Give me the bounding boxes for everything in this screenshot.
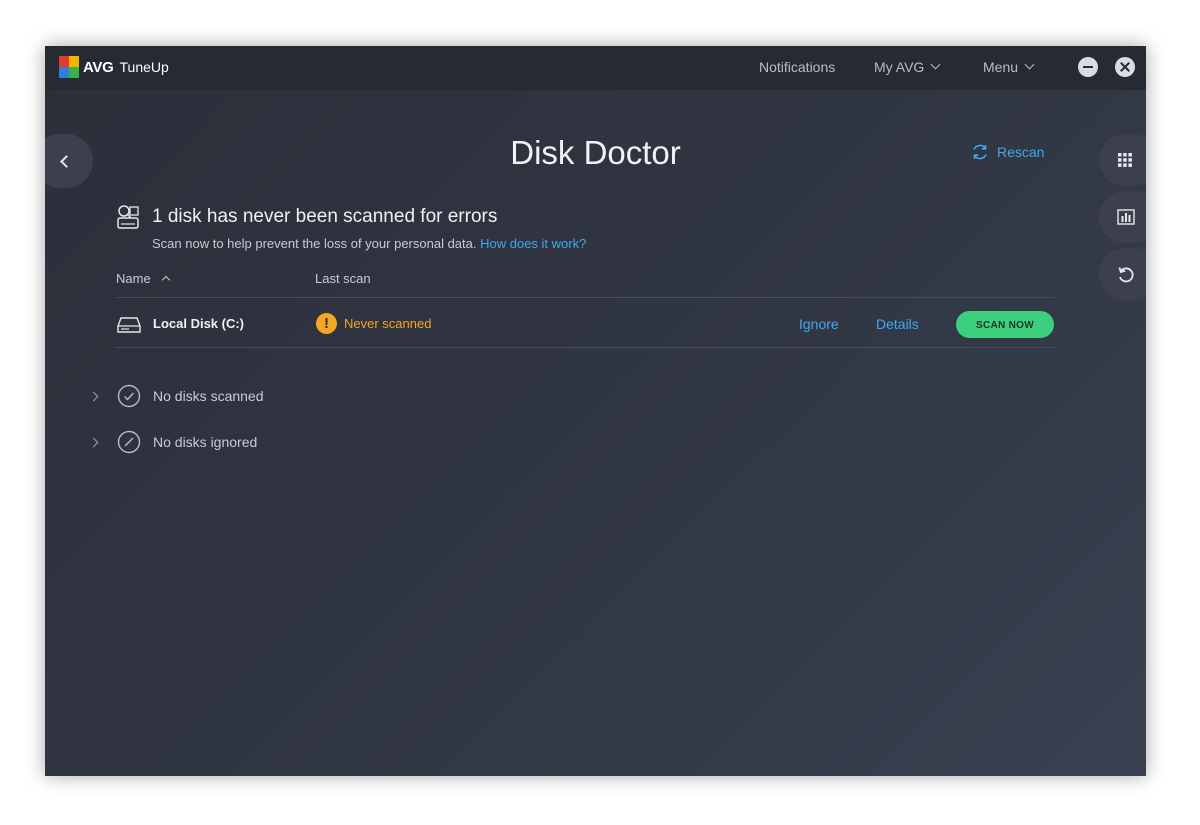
alert-subtitle-text: Scan now to help prevent the loss of you… xyxy=(152,236,477,251)
group-scanned-disks[interactable]: No disks scanned xyxy=(88,384,264,408)
menu-label: Menu xyxy=(983,59,1019,75)
alert-title: 1 disk has never been scanned for errors xyxy=(152,206,498,227)
title-bar: AVG TuneUp Notifications My AVG Menu xyxy=(45,46,1146,90)
apps-panel-button[interactable] xyxy=(1099,134,1146,186)
table-divider xyxy=(116,347,1055,348)
chevron-down-icon xyxy=(1024,59,1035,69)
disk-scan-alert-icon xyxy=(117,205,139,229)
brand-name: AVG xyxy=(83,58,114,76)
disk-scan-status: Never scanned xyxy=(344,316,432,331)
chevron-down-icon xyxy=(930,59,941,69)
close-button[interactable] xyxy=(1115,57,1135,77)
undo-panel-button[interactable] xyxy=(1099,248,1146,300)
check-circle-icon xyxy=(117,384,141,408)
stats-panel-button[interactable] xyxy=(1099,191,1146,243)
alert-subtitle: Scan now to help prevent the loss of you… xyxy=(152,236,586,251)
table-divider xyxy=(116,297,1055,298)
notifications-link[interactable]: Notifications xyxy=(759,59,835,75)
refresh-icon xyxy=(973,144,987,160)
column-last-scan-label: Last scan xyxy=(315,271,371,286)
notifications-label: Notifications xyxy=(759,59,836,75)
scan-now-button[interactable]: SCAN NOW xyxy=(956,311,1054,338)
how-does-it-work-link[interactable]: How does it work? xyxy=(480,236,586,251)
chevron-right-icon xyxy=(88,437,99,447)
main-menu[interactable]: Menu xyxy=(983,59,1035,75)
disk-name: Local Disk (C:) xyxy=(153,316,245,331)
undo-icon xyxy=(1118,267,1134,283)
minimize-button[interactable] xyxy=(1078,57,1098,77)
column-name-label: Name xyxy=(116,271,151,286)
rescan-button[interactable]: Rescan xyxy=(971,143,1044,161)
app-window: AVG TuneUp Notifications My AVG Menu Dis… xyxy=(45,46,1146,776)
bar-chart-icon xyxy=(1117,209,1135,225)
ignore-link[interactable]: Ignore xyxy=(799,316,839,332)
avg-logo-icon xyxy=(59,56,79,78)
chevron-right-icon xyxy=(88,391,99,401)
column-header-name[interactable]: Name xyxy=(116,271,171,286)
ban-icon xyxy=(117,430,141,454)
app-logo: AVG TuneUp xyxy=(59,56,169,78)
my-avg-label: My AVG xyxy=(874,59,925,75)
hard-disk-icon xyxy=(117,317,141,333)
exclamation-icon: ! xyxy=(316,313,337,334)
rescan-label: Rescan xyxy=(997,144,1045,160)
group-ignored-disks[interactable]: No disks ignored xyxy=(88,430,258,454)
column-header-last-scan[interactable]: Last scan xyxy=(315,271,371,286)
grid-icon xyxy=(1118,153,1132,167)
my-avg-menu[interactable]: My AVG xyxy=(874,59,941,75)
group-label: No disks scanned xyxy=(153,388,264,404)
details-link[interactable]: Details xyxy=(876,316,919,332)
product-name: TuneUp xyxy=(119,59,169,75)
sort-ascending-icon xyxy=(162,275,171,285)
group-label: No disks ignored xyxy=(153,434,258,450)
